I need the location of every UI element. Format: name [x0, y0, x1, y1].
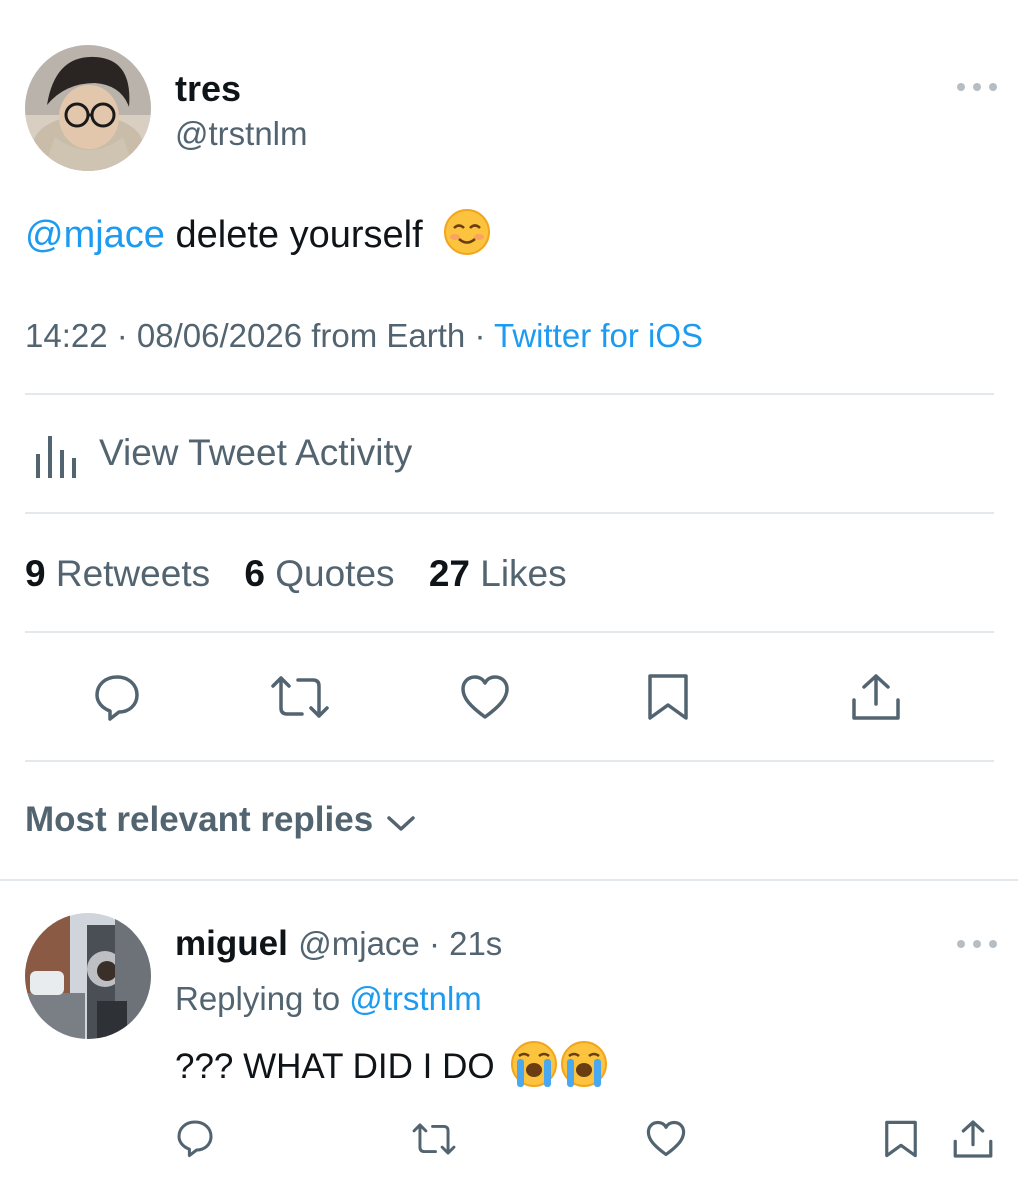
smiling-face-emoji — [443, 208, 491, 266]
divider — [0, 879, 1018, 881]
reply-text: ??? WHAT DID I DO — [175, 1040, 610, 1097]
bar-chart-icon — [34, 432, 78, 483]
retweet-icon[interactable] — [268, 674, 332, 720]
reply-sort-dropdown[interactable]: Most relevant replies — [25, 800, 416, 840]
loudly-crying-face-emoji — [510, 1040, 610, 1097]
reply-like-icon[interactable] — [646, 1120, 686, 1157]
more-options-icon[interactable] — [957, 81, 997, 93]
view-tweet-activity-label: View Tweet Activity — [99, 432, 413, 473]
divider — [25, 631, 994, 633]
tweet-timestamp[interactable]: 14:22 · 08/06/2026 from Earth · — [25, 317, 494, 354]
author-display-name[interactable]: tres — [175, 68, 241, 110]
divider — [25, 760, 994, 762]
share-icon[interactable] — [850, 672, 902, 722]
retweets-stat[interactable]: 9 Retweets — [25, 553, 210, 594]
tweet-mention-link[interactable]: @mjace — [25, 214, 165, 256]
tweet-stats: 9 Retweets 6 Quotes 27 Likes — [25, 553, 567, 595]
reply-display-name[interactable]: miguel — [175, 924, 288, 963]
reply-retweet-icon[interactable] — [410, 1122, 458, 1156]
reply-icon[interactable] — [92, 672, 142, 722]
author-avatar[interactable] — [25, 45, 151, 171]
reply-reply-icon[interactable] — [175, 1118, 215, 1158]
author-handle[interactable]: @trstnlm — [175, 115, 308, 153]
like-icon[interactable] — [460, 674, 510, 720]
tweet-meta: 14:22 · 08/06/2026 from Earth · Twitter … — [25, 317, 703, 355]
divider — [25, 512, 994, 514]
tweet-source-link[interactable]: Twitter for iOS — [494, 317, 703, 354]
reply-sort-label: Most relevant replies — [25, 800, 374, 839]
reply-share-icon[interactable] — [952, 1118, 994, 1160]
reply-header: miguel @mjace · 21s — [175, 924, 502, 964]
tweet-text: @mjace delete yourself — [25, 208, 491, 266]
reply-bookmark-icon[interactable] — [882, 1118, 920, 1160]
divider — [25, 393, 994, 395]
bookmark-icon[interactable] — [644, 672, 692, 722]
reply-author-avatar[interactable] — [25, 913, 151, 1039]
replying-to-line: Replying to @trstnlm — [175, 980, 482, 1017]
replying-to-link[interactable]: @trstnlm — [349, 980, 482, 1017]
reply-handle-time[interactable]: @mjace · 21s — [298, 925, 502, 962]
likes-stat[interactable]: 27 Likes — [429, 553, 567, 594]
chevron-down-icon — [386, 814, 416, 839]
view-tweet-activity-button[interactable]: View Tweet Activity — [25, 428, 465, 480]
reply-more-options-icon[interactable] — [957, 938, 997, 950]
quotes-stat[interactable]: 6 Quotes — [244, 553, 394, 594]
tweet-body: delete yourself — [164, 214, 423, 257]
